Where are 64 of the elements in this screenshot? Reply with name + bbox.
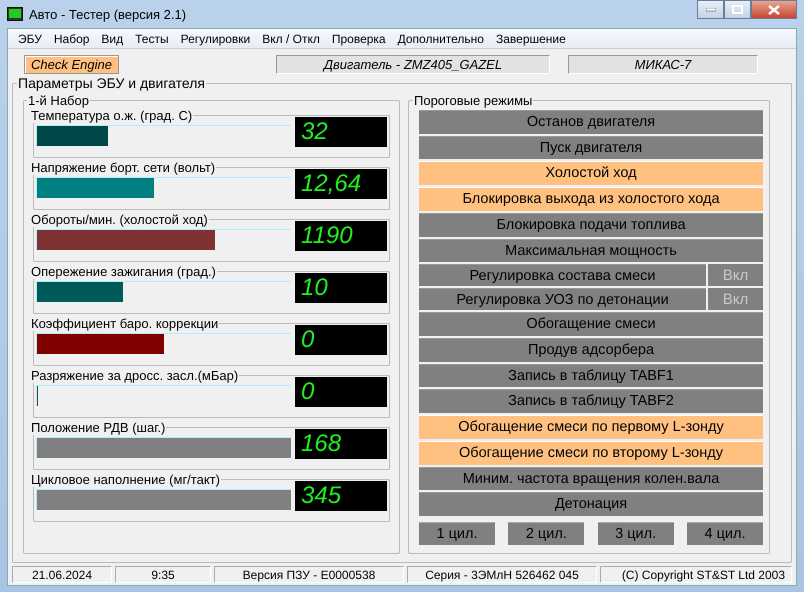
gauge-label: Положение РДВ (шаг.)	[30, 420, 166, 435]
mode-indicator: Блокировка выхода из холостого хода	[419, 187, 763, 211]
mode-indicator: Миним. частота вращения колен.вала	[419, 466, 763, 490]
group-title: Пороговые режимы	[413, 93, 534, 108]
mode-indicator: Блокировка подачи топлива	[419, 212, 763, 237]
mode-indicator: Обогащение смеси	[419, 312, 763, 336]
cylinder-indicator: 1 цил.	[419, 522, 495, 546]
digital-display: 0	[295, 325, 387, 355]
mode-indicator: Максимальная мощность	[419, 238, 763, 262]
gauge-label: Опережение зажигания (град.)	[30, 264, 217, 279]
mode-indicator: Запись в таблицу TABF2	[419, 389, 763, 414]
gauge-label: Разряжение за дросс. засл.(мБар)	[30, 368, 240, 383]
group-title: 1-й Набор	[27, 93, 90, 108]
gauge-label: Температура о.ж. (град. С)	[30, 108, 194, 123]
mode-indicator: Запись в таблицу TABF1	[419, 364, 763, 388]
check-engine-indicator: Check Engine	[24, 54, 119, 74]
status-field: (C) Copyright ST&ST Ltd 2003	[600, 566, 792, 582]
app-icon	[7, 7, 23, 21]
menu-item[interactable]: Вкл / Откл	[256, 32, 326, 46]
mode-indicator: Детонация	[419, 492, 763, 516]
mode-indicator: Регулировка УОЗ по детонации	[419, 288, 706, 310]
menu-item[interactable]: Завершение	[490, 32, 572, 46]
mode-indicator: Продув адсорбера	[419, 338, 763, 362]
window-title: Авто - Тестер (версия 2.1)	[29, 6, 186, 22]
digital-display: 1190	[295, 221, 387, 251]
digital-display: 0	[295, 377, 387, 407]
status-field: 21.06.2024	[12, 566, 112, 582]
digital-display: 32	[295, 117, 387, 147]
engine-label: Двигатель - ZMZ405_GAZEL	[276, 54, 550, 74]
menu-item[interactable]: Регулировки	[174, 32, 256, 46]
group-title: Параметры ЭБУ и двигателя	[17, 75, 206, 91]
menu-item[interactable]: Тесты	[129, 32, 175, 46]
maximize-button[interactable]	[724, 0, 751, 19]
digital-display: 10	[295, 273, 387, 303]
menu-item[interactable]: ЭБУ	[12, 32, 48, 46]
minimize-button[interactable]	[697, 0, 724, 19]
cylinder-indicator: 2 цил.	[508, 522, 584, 546]
mode-indicator: Обогащение смеси по первому L-зонду	[419, 415, 763, 439]
close-button[interactable]	[751, 0, 797, 19]
cylinder-indicator: 3 цил.	[598, 522, 674, 546]
digital-display: 345	[295, 481, 387, 511]
maximize-icon	[732, 5, 743, 14]
status-field: 9:35	[115, 566, 211, 582]
mode-indicator: Регулировка состава смеси	[419, 264, 706, 286]
gauge-label: Обороты/мин. (холостой ход)	[30, 212, 209, 227]
minimize-icon	[706, 8, 716, 12]
gauge-label: Напряжение борт. сети (вольт)	[30, 160, 216, 175]
mode-indicator: Холостой ход	[419, 161, 763, 186]
mode-indicator: Обогащение смеси по второму L-зонду	[419, 440, 763, 465]
menu-item[interactable]: Дополнительно	[392, 32, 490, 46]
menu-item[interactable]: Набор	[48, 32, 96, 46]
digital-display: 12,64	[295, 169, 387, 199]
status-field: Серия - 3ЭМлН 526462 045	[407, 566, 597, 582]
status-field: Версия ПЗУ - E0000538	[214, 566, 404, 582]
gauge-label: Коэффициент баро. коррекции	[30, 316, 220, 331]
close-icon	[768, 4, 780, 14]
mode-indicator: Пуск двигателя	[419, 136, 763, 160]
gauge-label: Цикловое наполнение (мг/такт)	[30, 472, 221, 487]
mode-indicator: Останов двигателя	[419, 110, 763, 134]
ecu-label: МИКАС-7	[568, 54, 758, 74]
menu-item[interactable]: Вид	[95, 32, 130, 46]
digital-display: 168	[295, 429, 387, 459]
cylinder-indicator: 4 цил.	[686, 522, 763, 546]
menu-item[interactable]: Проверка	[326, 32, 392, 46]
